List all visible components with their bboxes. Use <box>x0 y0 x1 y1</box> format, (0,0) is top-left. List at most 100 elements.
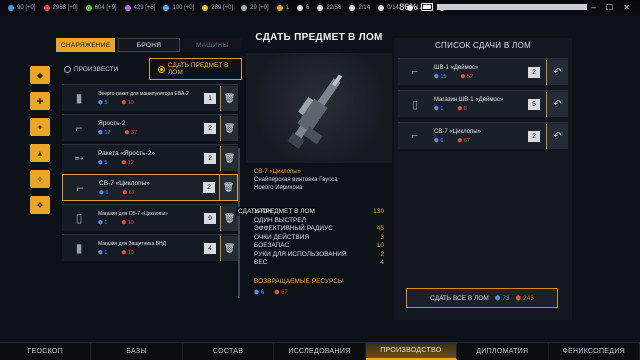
stat-value: 4 <box>380 259 384 266</box>
item-info: Ярость-2 ⬢ 12 ⬢ 37 <box>98 120 204 136</box>
nav-item[interactable]: ПРОИЗВОДСТВО <box>365 343 458 360</box>
window-controls[interactable]: – ☐ ✕ <box>591 3 634 12</box>
item-info: СВ-7 «Циклопы» ⬢ 6 ⬢ 67 <box>99 180 203 196</box>
stat-label: РУКИ ДЛЯ ИСПОЛЬЗОВАНИЯ <box>254 250 347 258</box>
item-description: СВ-7 «Циклопы» Снайперская винтовка Гаус… <box>246 168 392 192</box>
category-tools-icon[interactable]: ❖ <box>30 196 50 214</box>
returned-resources-label: ВОЗВРАЩАЕМЫЕ РЕСУРСЫ <box>254 277 344 285</box>
scrap-item-costs: ⬢ 6 ⬢ 67 <box>434 138 528 144</box>
produce-radio[interactable] <box>64 65 71 73</box>
list-item[interactable]: ⌐ Ярость-2 ⬢ 12 ⬢ 37 2 🗑 <box>62 114 238 141</box>
category-ammo-icon[interactable]: ▲ <box>30 144 50 162</box>
mode-scrap[interactable]: СДАТЬ ПРЕДМЕТ В ЛОМ <box>149 58 242 80</box>
item-name: СВ-7 «Циклопы» <box>99 179 150 187</box>
undo-icon[interactable]: ↶ <box>546 123 568 149</box>
aircraft-icon <box>378 5 385 11</box>
blue-resource: ⬢ 12 <box>98 130 111 136</box>
nav-item[interactable]: ГЕОСКОП <box>0 343 92 360</box>
magazine-icon: ▯ <box>75 211 83 225</box>
resource-value: 22/56 <box>326 5 342 11</box>
resource-value: 289 [+0] <box>211 5 234 11</box>
rifle-icon: ⌐ <box>411 66 419 78</box>
red-resource: ⬢ 10 <box>121 219 134 226</box>
status-progress-bar <box>437 4 588 10</box>
scrap-item-info: ШВ-1 «Деймос» ⬢ 15 ⬢ 52 <box>434 65 528 80</box>
scrap-item-name: СВ-7 «Циклопы» <box>434 128 481 135</box>
tab-armor[interactable]: БРОНЯ <box>118 38 180 52</box>
resource-value: 2/14 <box>358 5 371 11</box>
system-status: 86% – ☐ ✕ <box>399 2 634 12</box>
red-resource: ⬢ 37 <box>124 130 137 136</box>
nav-item[interactable]: БАЗЫ <box>91 343 183 360</box>
scrap-list-item[interactable]: ⌐ СВ-7 «Циклопы» ⬢ 6 ⬢ 67 2 ↶ <box>398 122 568 149</box>
nav-item[interactable]: ИССЛЕДОВАНИЯ <box>274 343 366 360</box>
stat-row: ВЕС 4 <box>254 259 384 268</box>
trash-icon[interactable]: 🗑 <box>220 115 238 141</box>
item-detail-panel: СДАТЬ ПРЕДМЕТ В ЛОМ СВ-7 «Циклопы» Снайп… <box>246 32 392 322</box>
total-blue: ⬢ 73 <box>494 295 510 302</box>
trash-icon[interactable]: 🗑 <box>220 145 238 171</box>
trash-icon[interactable]: 🗑 <box>220 85 238 111</box>
list-item[interactable]: ▮ Магазин для Защитника ВНД ⬢ 1 ⬢ 10 4 🗑 <box>62 234 238 261</box>
magazine-icon: ▯ <box>411 98 419 111</box>
blue-resource: ⬢ 6 <box>434 137 444 144</box>
tab-equipment[interactable]: СНАРЯЖЕНИЕ <box>56 38 116 52</box>
nav-item[interactable]: СОСТАВ <box>183 343 275 360</box>
stat-value: 130 <box>373 208 384 215</box>
materials-icon <box>85 5 92 11</box>
mode-produce[interactable]: ПРОИЗВЕСТИ <box>56 58 147 80</box>
item-info: Ракета «Ярость-2» ⬢ 5 ⬢ 12 <box>98 150 204 166</box>
blue-resource: ⬢ 5 <box>98 99 108 106</box>
weapon-preview <box>246 53 392 163</box>
item-list-scrollbar[interactable] <box>238 148 240 298</box>
soldier-icon <box>297 5 304 11</box>
blue-resource: ⬢ 1 <box>98 249 108 256</box>
category-mods-icon[interactable]: ✧ <box>30 170 50 188</box>
scrap-radio[interactable] <box>158 65 165 73</box>
scrap-list-item[interactable]: ▯ Магазин ШВ-1 «Деймос» ⬢ 1 ⬢ 8 5 ↶ <box>398 90 568 117</box>
scrap-list-panel: СПИСОК СДАЧИ В ЛОМ ⌐ ШВ-1 «Деймос» ⬢ 15 ⬢ 5… <box>394 38 572 320</box>
vehicle-icon <box>349 5 356 11</box>
launcher-icon: ⌐ <box>75 121 83 135</box>
scrap-all-label: СДАТЬ ВСЕ В ЛОМ <box>430 294 489 302</box>
rifle-icon <box>287 74 343 149</box>
item-costs: ⬢ 1 ⬢ 10 <box>98 250 204 256</box>
resource-value: 0/14 <box>387 5 399 11</box>
fuel-icon <box>202 5 209 11</box>
undo-icon[interactable]: ↶ <box>546 59 568 85</box>
list-item[interactable]: ▮ Энерго-пакет для манипулятора ЕВА-2 ⬢ 5 ⬢… <box>62 84 238 111</box>
item-name: Ярость-2 <box>98 120 126 127</box>
returned-blue: ⬢ 6 <box>254 289 265 296</box>
red-resource: ⬢ 8 <box>457 105 467 112</box>
undo-icon[interactable]: ↶ <box>546 91 568 117</box>
nav-item[interactable]: ФЕНИКСОПЕДИЯ <box>549 343 640 360</box>
item-costs: ⬢ 12 ⬢ 37 <box>98 130 204 136</box>
resource-value: 100 [+0] <box>172 5 195 11</box>
tab-vehicles[interactable]: МАШИНЫ <box>182 38 242 52</box>
resource-7: 1 <box>276 5 289 11</box>
scrap-list-item[interactable]: ⌐ ШВ-1 «Деймос» ⬢ 15 ⬢ 52 2 ↶ <box>398 58 568 85</box>
list-item[interactable]: ▯ Магазин для СВ-7 «Циклопы» ⬢ 1 ⬢ 10 9 🗑 <box>62 204 238 231</box>
trash-icon[interactable]: 🗑 <box>220 235 238 261</box>
category-equipment-icon[interactable]: ✦ <box>30 118 50 136</box>
resource-11: 0/14 <box>378 5 399 11</box>
scrap-label: СДАТЬ ПРЕДМЕТ В ЛОМ <box>168 62 229 76</box>
blue-resource: ⬢ 1 <box>434 105 444 112</box>
list-item[interactable]: ⌐ СВ-7 «Циклопы» ⬢ 6 ⬢ 67 2 🗑 <box>62 174 238 201</box>
category-grenades-icon[interactable]: ✚ <box>30 92 50 110</box>
scrap-all-button[interactable]: СДАТЬ ВСЕ В ЛОМ ⬢ 73 ⬢ 243 <box>406 288 558 308</box>
list-item[interactable]: ➵ Ракета «Ярость-2» ⬢ 5 ⬢ 12 2 🗑 <box>62 144 238 171</box>
rifle-icon: ⌐ <box>411 130 419 142</box>
nav-item[interactable]: ДИПЛОМАТИЯ <box>457 343 549 360</box>
red-resource: ⬢ 12 <box>121 160 134 166</box>
item-costs: ⬢ 5 ⬢ 12 <box>98 160 204 166</box>
stat-row: УРОН 130 <box>254 208 384 217</box>
resource-1: 2988 [+0] <box>43 5 78 11</box>
trash-icon[interactable]: 🗑 <box>219 175 237 200</box>
stat-label: ОДИН ВЫСТРЕЛ <box>254 216 306 224</box>
category-weapons-icon[interactable]: ◆ <box>30 66 50 84</box>
item-quantity: 2 <box>204 152 216 164</box>
item-name: Магазин для СВ-7 «Циклопы» <box>98 210 168 217</box>
resource-5: 289 [+0] <box>202 5 233 11</box>
item-stats: УРОН 130 ОДИН ВЫСТРЕЛ ЭФФЕКТИВНЫЙ РАДИУС 45 О… <box>246 208 392 268</box>
